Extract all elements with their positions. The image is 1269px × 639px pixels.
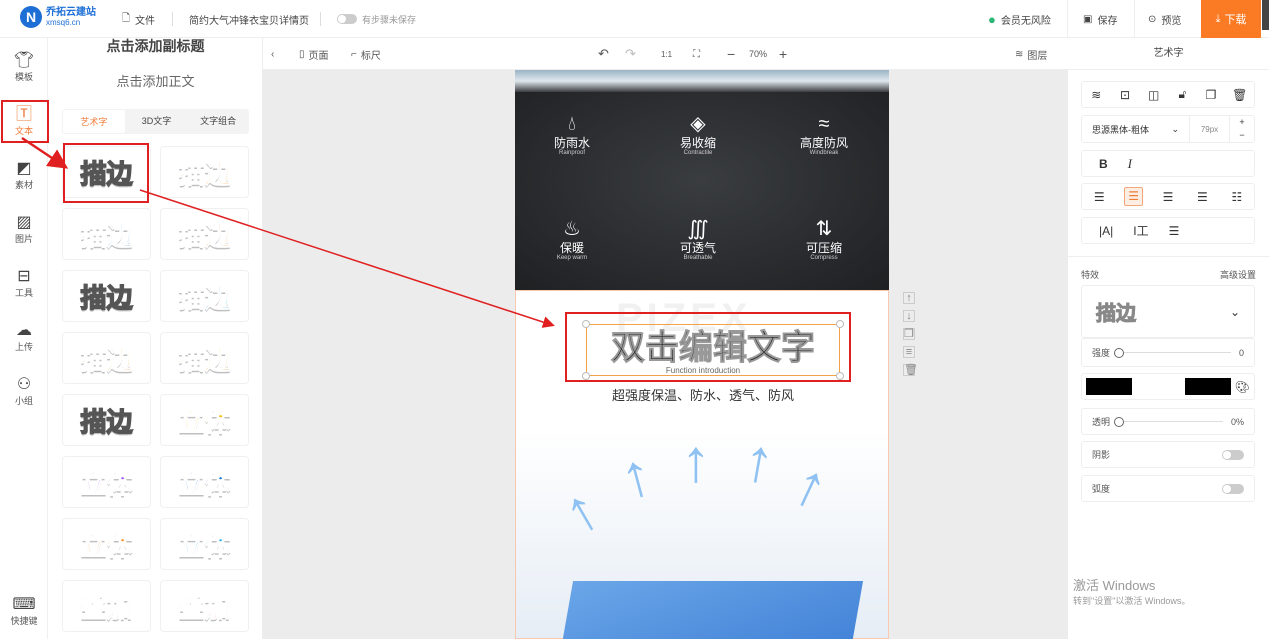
annotation-arrow [140,190,552,325]
annotation-arrow [22,138,64,166]
function-intro-text: Function introduction [516,366,889,375]
annotation-arrows [0,0,1269,639]
